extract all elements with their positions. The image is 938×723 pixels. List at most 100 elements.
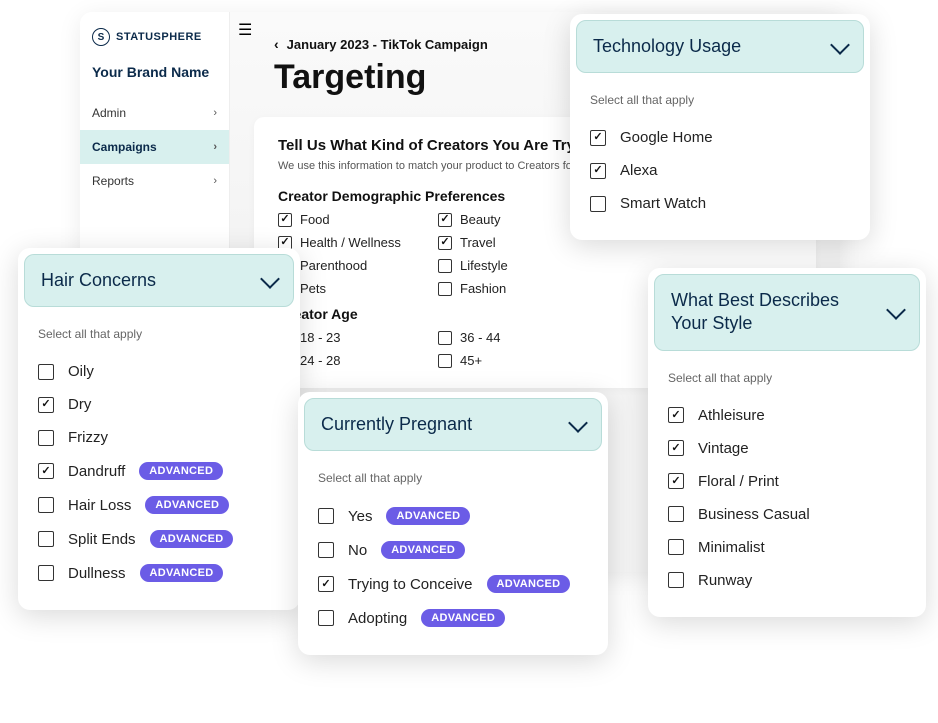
checkbox[interactable] [38,364,54,380]
option-label: Yes [348,508,372,525]
panel-title: What Best Describes Your Style [671,289,861,336]
option-label: Alexa [620,162,658,179]
checkbox[interactable] [438,331,452,345]
option-label: Frizzy [68,429,108,446]
option-row[interactable]: Business Casual [668,498,906,531]
checkbox[interactable] [668,506,684,522]
checkbox-label: 45+ [460,353,482,368]
panel-header[interactable]: Currently Pregnant [304,398,602,451]
option-row[interactable]: Split EndsADVANCED [38,522,280,556]
logo-text: STATUSPHERE [116,31,202,43]
sidebar-item[interactable]: Reports› [80,164,229,198]
hamburger-icon[interactable]: ☰ [238,20,252,40]
advanced-badge: ADVANCED [139,462,223,480]
advanced-badge: ADVANCED [421,609,505,627]
chevron-right-icon: › [213,107,217,119]
panel-header[interactable]: What Best Describes Your Style [654,274,920,351]
checkbox[interactable] [278,213,292,227]
sidebar-item[interactable]: Campaigns› [80,130,229,164]
checkbox-row[interactable]: Food [278,212,438,227]
checkbox[interactable] [590,130,606,146]
checkbox[interactable] [590,196,606,212]
option-row[interactable]: Athleisure [668,399,906,432]
checkbox[interactable] [438,354,452,368]
panel-hint: Select all that apply [668,371,906,385]
option-row[interactable]: Google Home [590,121,850,154]
checkbox[interactable] [668,407,684,423]
checkbox[interactable] [318,508,334,524]
panel-header[interactable]: Hair Concerns [24,254,294,307]
checkbox-row[interactable]: 18 - 23 [278,330,438,345]
option-row[interactable]: Oily [38,355,280,388]
option-label: Business Casual [698,506,810,523]
brand-name: Your Brand Name [80,64,229,96]
checkbox[interactable] [38,463,54,479]
option-row[interactable]: YesADVANCED [318,499,588,533]
option-row[interactable]: Trying to ConceiveADVANCED [318,567,588,601]
checkbox[interactable] [590,163,606,179]
checkbox[interactable] [668,539,684,555]
checkbox-row[interactable]: 24 - 28 [278,353,438,368]
option-row[interactable]: Minimalist [668,531,906,564]
checkbox[interactable] [318,610,334,626]
breadcrumb-label: January 2023 - TikTok Campaign [287,37,488,52]
checkbox[interactable] [318,542,334,558]
checkbox-row[interactable]: Lifestyle [438,258,598,273]
checkbox[interactable] [38,430,54,446]
option-row[interactable]: Vintage [668,432,906,465]
chevron-left-icon: ‹ [274,36,279,52]
option-row[interactable]: Alexa [590,154,850,187]
checkbox[interactable] [438,259,452,273]
checkbox[interactable] [438,236,452,250]
option-label: Floral / Print [698,473,779,490]
checkbox-row[interactable]: Pets [278,281,438,296]
chevron-right-icon: › [213,175,217,187]
checkbox[interactable] [438,213,452,227]
option-row[interactable]: DandruffADVANCED [38,454,280,488]
panel-hint: Select all that apply [38,327,280,341]
option-row[interactable]: Floral / Print [668,465,906,498]
checkbox-row[interactable]: Health / Wellness [278,235,438,250]
checkbox[interactable] [668,572,684,588]
checkbox-label: Food [300,212,330,227]
checkbox-label: Lifestyle [460,258,508,273]
panel-header[interactable]: Technology Usage [576,20,864,73]
sidebar-item[interactable]: Admin› [80,96,229,130]
checkbox[interactable] [438,282,452,296]
logo: S STATUSPHERE [80,28,229,64]
checkbox-row[interactable]: 36 - 44 [438,330,598,345]
checkbox-row[interactable]: 45+ [438,353,598,368]
option-row[interactable]: Dry [38,388,280,421]
option-row[interactable]: AdoptingADVANCED [318,601,588,635]
option-label: Dullness [68,565,126,582]
checkbox[interactable] [668,440,684,456]
checkbox-row[interactable]: Parenthood [278,258,438,273]
option-label: Dry [68,396,91,413]
option-row[interactable]: Smart Watch [590,187,850,220]
checkbox-label: 36 - 44 [460,330,500,345]
option-row[interactable]: Hair LossADVANCED [38,488,280,522]
sidebar-item-label: Campaigns [92,140,157,154]
chevron-down-icon [568,413,588,433]
checkbox[interactable] [38,497,54,513]
checkbox[interactable] [668,473,684,489]
option-row[interactable]: Runway [668,564,906,597]
panel-style: What Best Describes Your Style Select al… [648,268,926,617]
option-label: Smart Watch [620,195,706,212]
checkbox[interactable] [38,397,54,413]
checkbox[interactable] [318,576,334,592]
panel-currently-pregnant: Currently Pregnant Select all that apply… [298,392,608,655]
checkbox[interactable] [38,565,54,581]
option-row[interactable]: NoADVANCED [318,533,588,567]
checkbox-label: 24 - 28 [300,353,340,368]
option-label: Trying to Conceive [348,576,473,593]
option-row[interactable]: Frizzy [38,421,280,454]
option-label: Oily [68,363,94,380]
checkbox-row[interactable]: Fashion [438,281,598,296]
panel-title: Technology Usage [593,35,741,58]
checkbox-label: Pets [300,281,326,296]
options-list: Oily Dry Frizzy DandruffADVANCEDHair LossAD… [38,355,280,590]
option-row[interactable]: DullnessADVANCED [38,556,280,590]
option-label: Minimalist [698,539,765,556]
checkbox[interactable] [38,531,54,547]
